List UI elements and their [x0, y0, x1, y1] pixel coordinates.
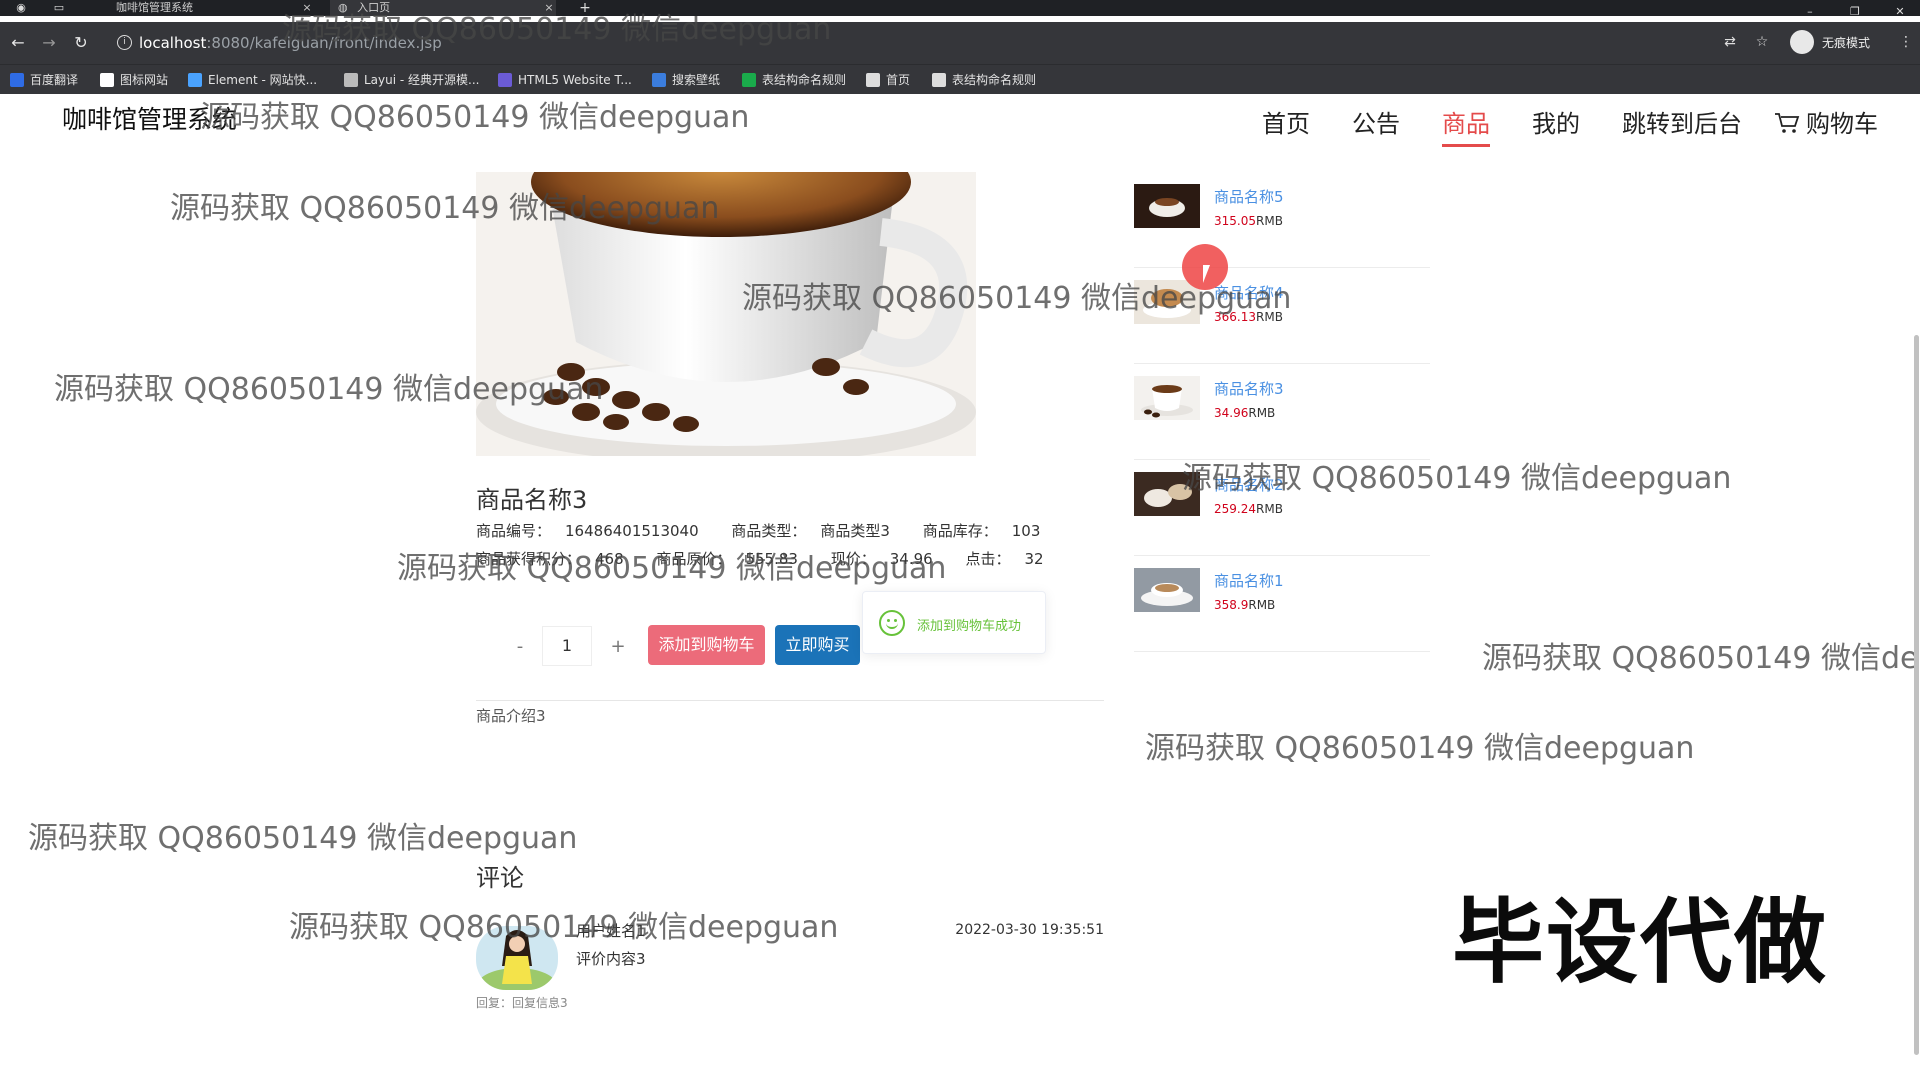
- list-item[interactable]: 商品名称3 34.96RMB: [1134, 364, 1430, 460]
- product-name: 商品名称3: [476, 486, 588, 514]
- product-intro: 商品介绍3: [476, 707, 546, 725]
- bookmark-star-icon[interactable]: ☆: [1752, 32, 1772, 52]
- forward-icon[interactable]: →: [38, 32, 60, 54]
- promo-stamp: 毕设代做: [1452, 889, 1829, 996]
- top-navigation: 首页 公告 商品 我的 跳转到后台 购物车: [1262, 108, 1902, 148]
- incognito-label[interactable]: 无痕模式: [1822, 34, 1870, 51]
- success-toast: 添加到购物车成功: [862, 591, 1046, 654]
- sidebar-product-price: 34.96RMB: [1214, 406, 1276, 420]
- restore-icon[interactable]: ❐: [1835, 5, 1875, 19]
- nav-cart[interactable]: 购物车: [1774, 108, 1878, 140]
- toast-message: 添加到购物车成功: [917, 619, 1022, 634]
- bookmark-baidu-translate[interactable]: 百度翻译: [10, 72, 78, 88]
- watermark: 源码获取 QQ86050149 微信deepguan: [397, 551, 947, 586]
- nav-home[interactable]: 首页: [1262, 108, 1310, 140]
- cart-icon: [1775, 113, 1800, 133]
- html5-icon: [498, 73, 512, 87]
- product-stock: 商品库存： 103: [922, 522, 1041, 540]
- watermark: 源码获取 QQ86050149 微信deepguan: [282, 12, 832, 47]
- comment-reply: 回复：回复信息3: [476, 996, 568, 1010]
- watermark: 源码获取 QQ86050149 微信deepguan: [1145, 731, 1695, 766]
- page-scrollbar[interactable]: [1912, 175, 1920, 1072]
- sidebar-product-name[interactable]: 商品名称5: [1214, 186, 1284, 207]
- product-thumbnail: [1134, 568, 1200, 612]
- quantity-decrement-button[interactable]: -: [500, 632, 540, 662]
- section-divider: [476, 700, 1104, 701]
- bookmarks-bar: 百度翻译 图标网站 Element - 网站快... Layui - 经典开源模…: [0, 64, 1920, 94]
- back-icon[interactable]: ←: [7, 32, 29, 54]
- sidebar-product-price: 259.24RMB: [1214, 502, 1283, 516]
- bookmark-table-naming-2[interactable]: 表结构命名规则: [932, 72, 1036, 88]
- watermark: 源码获取 QQ86050149 微信deepguan: [54, 372, 604, 407]
- browser-logo-icon: ◉: [16, 1, 26, 14]
- watermark: 源码获取 QQ86050149 微信deepguan: [1482, 641, 1920, 676]
- comment-timestamp: 2022-03-30 19:35:51: [955, 922, 1104, 938]
- quantity-increment-button[interactable]: +: [598, 632, 638, 662]
- watermark: 源码获取 QQ86050149 微信deepguan: [28, 821, 578, 856]
- nav-products[interactable]: 商品: [1442, 108, 1490, 147]
- comment-content: 评价内容3: [576, 950, 646, 968]
- browser-actions: ⇄ ☆ 无痕模式 ⋮: [1720, 30, 1920, 56]
- globe-icon: [932, 73, 946, 87]
- nav-admin[interactable]: 跳转到后台: [1622, 108, 1742, 140]
- active-nav-underline: [1442, 144, 1490, 147]
- bookmark-table-naming[interactable]: 表结构命名规则: [742, 72, 846, 88]
- product-clicks: 点击： 32: [965, 550, 1044, 568]
- product-thumbnail: [1134, 376, 1200, 420]
- smile-success-icon: [879, 610, 905, 636]
- layui-icon: [344, 73, 358, 87]
- nav-mine[interactable]: 我的: [1532, 108, 1580, 140]
- product-type: 商品类型： 商品类型3: [731, 522, 890, 540]
- translate-icon[interactable]: ⇄: [1720, 32, 1740, 52]
- watermark: 源码获取 QQ86050149 微信deepguan: [200, 100, 750, 135]
- add-to-cart-button[interactable]: 添加到购物车: [648, 625, 765, 665]
- bookmark-icon: [10, 73, 24, 87]
- watermark: 源码获取 QQ86050149 微信deepguan: [170, 191, 720, 226]
- flag-icon: [100, 73, 114, 87]
- sidebar-product-price: 315.05RMB: [1214, 214, 1283, 228]
- tab-overview-icon[interactable]: ▭: [52, 1, 66, 15]
- element-icon: [188, 73, 202, 87]
- watermark: 源码获取 QQ86050149 微信deepguan: [742, 281, 1292, 316]
- sidebar-product-price: 358.9RMB: [1214, 598, 1276, 612]
- window-controls: – ❐ ✕: [1790, 0, 1920, 19]
- menu-icon[interactable]: ⋮: [1896, 32, 1916, 52]
- incognito-icon[interactable]: [1790, 30, 1814, 54]
- table-icon: [742, 73, 756, 87]
- product-thumbnail: [1134, 184, 1200, 228]
- bookmark-wallpaper-search[interactable]: 搜索壁纸: [652, 72, 720, 88]
- buy-now-button[interactable]: 立即购买: [775, 625, 860, 665]
- wallpaper-icon: [652, 73, 666, 87]
- scrollbar-thumb[interactable]: [1914, 335, 1919, 1055]
- comments-title: 评论: [476, 864, 524, 892]
- list-item[interactable]: 商品名称1 358.9RMB: [1134, 556, 1430, 652]
- close-window-icon[interactable]: ✕: [1880, 5, 1920, 19]
- reload-icon[interactable]: ↻: [70, 32, 92, 54]
- watermark: 源码获取 QQ86050149 微信deepguan: [289, 910, 839, 945]
- site-info-icon[interactable]: i: [117, 35, 132, 50]
- bookmark-icon-site[interactable]: 图标网站: [100, 72, 168, 88]
- bookmark-home[interactable]: 首页: [866, 72, 910, 88]
- product-meta-row: 商品编号： 16486401513040 商品类型： 商品类型3 商品库存： 103: [476, 520, 1068, 541]
- quantity-input[interactable]: 1: [542, 626, 592, 666]
- globe-icon: [866, 73, 880, 87]
- product-code: 商品编号： 16486401513040: [476, 522, 699, 540]
- bookmark-html5-website[interactable]: HTML5 Website T...: [498, 72, 632, 88]
- sidebar-product-name[interactable]: 商品名称3: [1214, 378, 1284, 399]
- sidebar-product-name[interactable]: 商品名称1: [1214, 570, 1284, 591]
- tab-cafe-admin[interactable]: 咖啡馆管理系统 ×: [92, 0, 314, 16]
- bookmark-element[interactable]: Element - 网站快...: [188, 72, 317, 88]
- minimize-icon[interactable]: –: [1790, 5, 1830, 19]
- watermark: 源码获取 QQ86050149 微信deepguan: [1182, 461, 1732, 496]
- nav-announcements[interactable]: 公告: [1352, 108, 1400, 140]
- list-item[interactable]: 商品名称5 315.05RMB: [1134, 172, 1430, 268]
- bookmark-layui[interactable]: Layui - 经典开源模...: [344, 72, 479, 88]
